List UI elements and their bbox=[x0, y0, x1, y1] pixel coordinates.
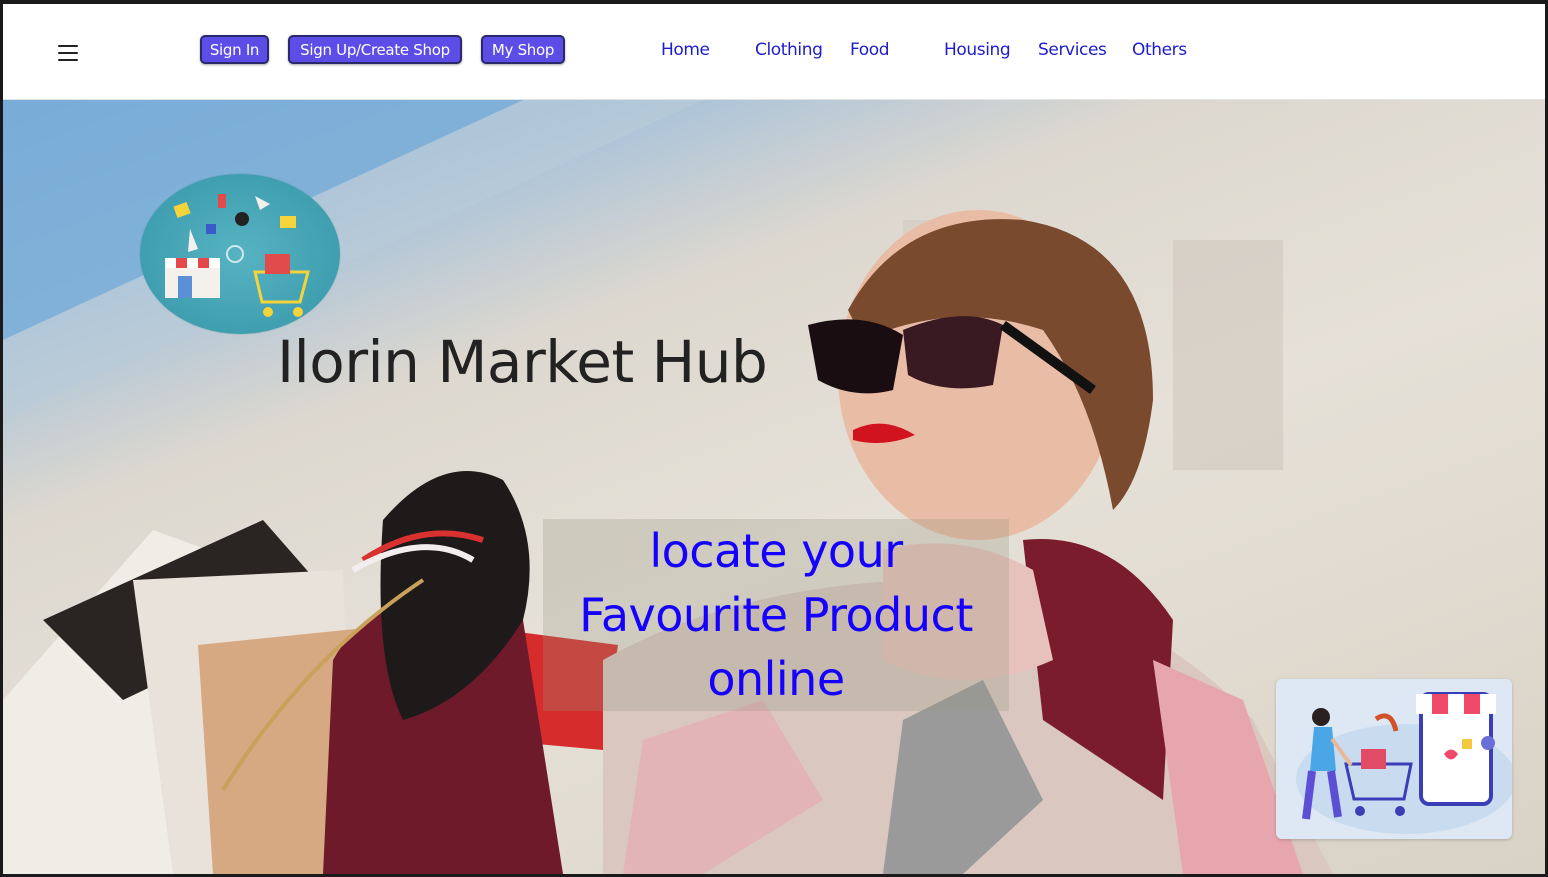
hero-banner: Ilorin Market Hub locate your Favourite … bbox=[3, 100, 1545, 874]
browser-viewport: Sign In Sign Up/Create Shop My Shop Home… bbox=[0, 0, 1548, 877]
nav-link-home[interactable]: Home bbox=[661, 40, 710, 60]
online-shopping-illustration bbox=[1276, 679, 1512, 839]
top-navbar: Sign In Sign Up/Create Shop My Shop Home… bbox=[3, 4, 1545, 100]
sign-in-button[interactable]: Sign In bbox=[200, 35, 269, 64]
tagline-line-1: locate your bbox=[649, 524, 903, 578]
nav-link-housing[interactable]: Housing bbox=[944, 40, 1011, 60]
hamburger-menu-icon[interactable] bbox=[58, 45, 78, 61]
tagline-line-2: Favourite Product bbox=[579, 588, 973, 642]
nav-link-clothing[interactable]: Clothing bbox=[755, 40, 823, 60]
nav-link-others[interactable]: Others bbox=[1132, 40, 1187, 60]
tagline-line-3: online bbox=[707, 652, 845, 706]
nav-link-services[interactable]: Services bbox=[1038, 40, 1107, 60]
tagline-box: locate your Favourite Product online bbox=[543, 519, 1009, 711]
my-shop-button[interactable]: My Shop bbox=[481, 35, 565, 64]
tagline: locate your Favourite Product online bbox=[543, 519, 1009, 711]
site-logo-image bbox=[140, 174, 340, 334]
nav-link-food[interactable]: Food bbox=[850, 40, 890, 60]
site-title: Ilorin Market Hub bbox=[277, 328, 768, 396]
sign-up-create-shop-button[interactable]: Sign Up/Create Shop bbox=[288, 35, 462, 64]
